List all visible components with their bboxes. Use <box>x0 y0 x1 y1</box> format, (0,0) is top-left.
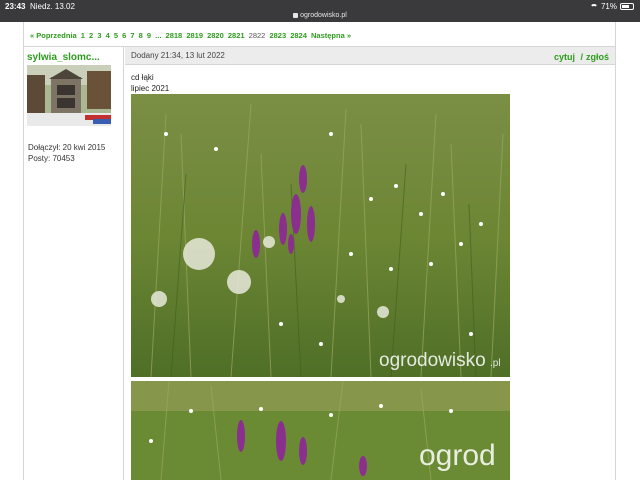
page-link[interactable]: 1 <box>81 31 85 40</box>
forum-page: « Poprzednia 1 2 3 4 5 6 7 8 9 ... 2818 … <box>23 22 616 480</box>
quote-link[interactable]: cytuj <box>554 52 575 62</box>
report-link[interactable]: zgłoś <box>586 52 609 62</box>
post-header: Dodany 21:34, 13 lut 2022 cytuj / zgłoś <box>125 47 615 65</box>
pagination: « Poprzednia 1 2 3 4 5 6 7 8 9 ... 2818 … <box>30 31 353 40</box>
post-text-line: cd łąki <box>131 73 154 82</box>
page-link[interactable]: 7 <box>130 31 134 40</box>
watermark-suffix: .pl <box>490 358 501 369</box>
lock-icon <box>293 12 299 18</box>
status-time: 23:43 <box>5 2 26 11</box>
page-link[interactable]: 9 <box>147 31 151 40</box>
page-link[interactable]: 2 <box>89 31 93 40</box>
page-link[interactable]: 6 <box>122 31 126 40</box>
prev-page-link[interactable]: « Poprzednia <box>30 31 77 40</box>
page-link[interactable]: 5 <box>114 31 118 40</box>
pagination-ellipsis: ... <box>155 31 162 40</box>
meadow-photo[interactable]: ogrodowisko .pl <box>131 94 510 377</box>
page-link[interactable]: 2821 <box>228 31 245 40</box>
next-page-link[interactable]: Następna » <box>311 31 351 40</box>
page-link[interactable]: 2820 <box>207 31 224 40</box>
post-author-panel: sylwia_slomc... Dołączył: 20 kwi 2015 Po… <box>24 47 124 480</box>
status-bar: 23:43 Niedz. 13.02 ogrodowisko.pl 71% <box>0 0 640 22</box>
page-link[interactable]: 4 <box>106 31 110 40</box>
page-link[interactable]: 2819 <box>186 31 203 40</box>
wifi-icon <box>589 3 598 10</box>
author-joined: Dołączył: 20 kwi 2015 <box>28 143 106 152</box>
page-link[interactable]: 2818 <box>166 31 183 40</box>
address-bar[interactable]: ogrodowisko.pl <box>0 12 640 19</box>
battery-icon <box>620 3 634 10</box>
watermark-text: ogrod <box>419 439 496 472</box>
page-link[interactable]: 8 <box>139 31 143 40</box>
action-separator: / <box>580 52 583 62</box>
battery-percent: 71% <box>600 2 617 11</box>
page-link[interactable]: 2823 <box>269 31 286 40</box>
page-link[interactable]: 3 <box>97 31 101 40</box>
post-text-line: lipiec 2021 <box>131 84 170 93</box>
current-page: 2822 <box>248 31 266 40</box>
author-post-count: Posty: 70453 <box>28 154 75 163</box>
watermark-text: ogrodowisko <box>379 350 486 371</box>
post-body: cd łąki lipiec 2021 <box>131 72 611 94</box>
battery-fill <box>622 5 629 8</box>
status-date: Niedz. 13.02 <box>30 2 75 11</box>
avatar[interactable] <box>27 65 111 126</box>
post-actions: cytuj / zgłoś <box>551 52 609 62</box>
meadow-photo[interactable]: ogrod <box>131 381 510 480</box>
page-link[interactable]: 2824 <box>290 31 307 40</box>
post-date: Dodany 21:34, 13 lut 2022 <box>131 51 225 60</box>
address-url: ogrodowisko.pl <box>300 12 347 19</box>
author-name[interactable]: sylwia_slomc... <box>27 52 100 63</box>
